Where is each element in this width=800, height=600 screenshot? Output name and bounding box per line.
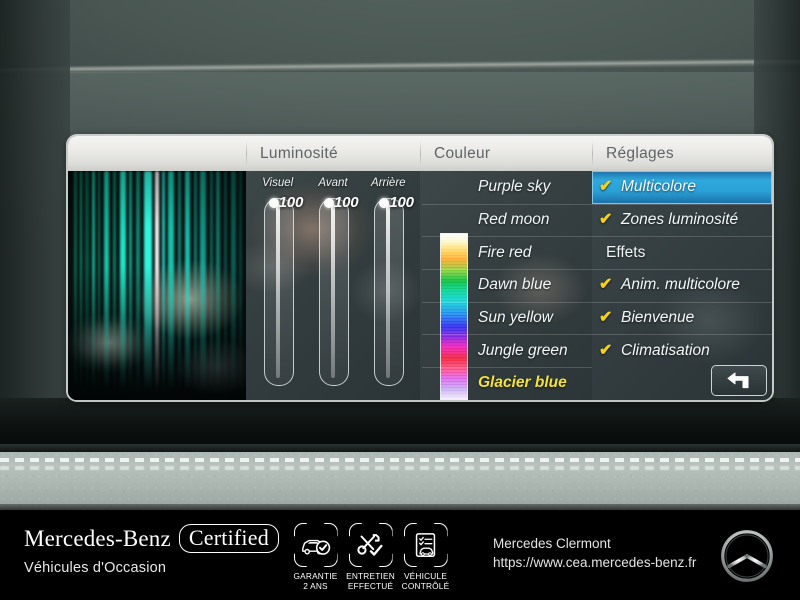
badge-label: VÉHICULE CONTRÔLÉ xyxy=(402,571,450,591)
slider-value: 100 xyxy=(278,194,304,211)
settings-list-item[interactable]: ✔ Bienvenue xyxy=(592,301,772,335)
brightness-slider-0[interactable]: 100 xyxy=(252,194,304,390)
badge-frame-wrap xyxy=(404,523,448,567)
color-list-item[interactable]: Dawn blue xyxy=(422,269,592,302)
settings-panel: ✔ Multicolore ✔ Zones luminosité Effets ✔ Anim… xyxy=(592,171,772,400)
brand-line: Mercedes-Benz Certified xyxy=(24,524,279,554)
slider-row: 100 100 100 xyxy=(246,194,420,394)
brand-name: Mercedes-Benz xyxy=(24,525,171,551)
leather-stitching-lower xyxy=(0,466,800,470)
slider-fill xyxy=(386,204,391,378)
certification-badge: GARANTIE 2 ANS xyxy=(293,523,338,591)
certification-badge: VÉHICULE CONTRÔLÉ xyxy=(402,523,450,591)
dealer-name: Mercedes Clermont xyxy=(493,536,611,551)
checklist-car-icon xyxy=(404,523,448,567)
car-check-icon xyxy=(294,523,338,567)
certification-badge: ENTRETIEN EFFECTUÉ xyxy=(346,523,395,591)
certified-badge: Certified xyxy=(178,524,279,554)
brightness-slider-1[interactable]: 100 xyxy=(307,194,359,390)
badge-frame-wrap xyxy=(349,523,393,567)
leather-stitching-upper xyxy=(0,458,800,462)
color-list-item[interactable]: Jungle green xyxy=(422,334,592,367)
preview-vignette xyxy=(68,171,246,400)
dashboard-left-side xyxy=(0,0,70,430)
badge-label-line2: EFFECTUÉ xyxy=(347,581,394,591)
dealer-banner: Mercedes-Benz Certified Véhicules d'Occa… xyxy=(0,510,800,600)
mbux-display: Luminosité Couleur Réglages Visuel Avant A… xyxy=(68,136,772,400)
dealer-info: Mercedes Clermont https://www.cea.merced… xyxy=(493,534,723,572)
slider-fill xyxy=(330,204,335,378)
settings-item-label: Climatisation xyxy=(621,341,710,359)
header-couleur[interactable]: Couleur xyxy=(420,136,592,171)
settings-item-label: Bienvenue xyxy=(621,309,695,327)
mercedes-star-logo xyxy=(721,530,773,582)
settings-item-label: Effets xyxy=(606,243,646,261)
slider-label-row: Visuel Avant Arrière xyxy=(246,177,420,189)
settings-list-item[interactable]: ✔ Anim. multicolore xyxy=(592,269,772,302)
slider-fill xyxy=(275,204,280,378)
color-list-item[interactable]: Sun yellow xyxy=(422,301,592,335)
slider-label-2: Arrière xyxy=(371,177,406,189)
color-list-item[interactable]: Fire red xyxy=(422,236,592,269)
badge-label-line2: CONTRÔLÉ xyxy=(401,581,450,591)
badge-label-line1: ENTRETIEN xyxy=(346,571,395,581)
settings-list-item[interactable]: ✔ Climatisation xyxy=(592,334,772,367)
color-panel: Purple sky Red moon Fire red Dawn blue Sun y… xyxy=(420,171,592,400)
badge-label-line1: VÉHICULE xyxy=(403,571,448,581)
slider-label-0: Visuel xyxy=(262,177,294,189)
color-list-item[interactable]: Glacier blue xyxy=(422,367,592,400)
certification-badges: GARANTIE 2 ANS ENTRETIEN EFFECTUÉ VÉHICULE CO… xyxy=(293,523,450,591)
settings-item-label: Multicolore xyxy=(621,178,696,196)
ambient-light-preview xyxy=(68,171,246,400)
color-spectrum-strip[interactable] xyxy=(440,233,468,400)
column-header-bar: Luminosité Couleur Réglages xyxy=(68,136,772,171)
checkmark-icon: ✔ xyxy=(599,309,613,327)
header-luminosite[interactable]: Luminosité xyxy=(246,136,420,171)
settings-list-item[interactable]: ✔ Zones luminosité xyxy=(592,203,772,237)
settings-item-label: Anim. multicolore xyxy=(621,276,740,294)
dealer-url[interactable]: https://www.cea.mercedes-benz.fr xyxy=(493,553,723,572)
badge-label: GARANTIE 2 ANS xyxy=(293,571,337,591)
settings-section-header: Effets xyxy=(592,236,772,269)
mercedes-certified-lockup: Mercedes-Benz Certified Véhicules d'Occa… xyxy=(24,524,279,576)
checkmark-icon: ✔ xyxy=(599,341,613,359)
header-preview xyxy=(68,136,246,171)
dashboard-dark-band xyxy=(0,398,800,450)
checkmark-icon: ✔ xyxy=(599,276,613,294)
tools-check-icon xyxy=(349,523,393,567)
badge-label-line1: GARANTIE xyxy=(293,571,338,581)
back-button[interactable] xyxy=(711,365,767,396)
brightness-panel: Visuel Avant Arrière 100 100 100 xyxy=(246,171,420,400)
screenshot-root: Luminosité Couleur Réglages Visuel Avant A… xyxy=(0,0,800,600)
slider-knob[interactable] xyxy=(323,198,334,208)
color-list-item[interactable]: Purple sky xyxy=(476,171,592,204)
checkmark-icon: ✔ xyxy=(599,211,613,229)
header-reglages[interactable]: Réglages xyxy=(592,136,772,171)
settings-item-label: Zones luminosité xyxy=(621,211,739,229)
back-arrow-icon xyxy=(727,372,749,389)
settings-list: ✔ Multicolore ✔ Zones luminosité Effets ✔ Anim… xyxy=(592,171,772,367)
badge-frame-wrap xyxy=(294,523,338,567)
badge-label-line2: 2 ANS xyxy=(303,581,328,591)
color-list: Purple sky Red moon Fire red Dawn blue Sun y… xyxy=(422,171,592,400)
banner-subtitle: Véhicules d'Occasion xyxy=(24,560,167,577)
slider-knob[interactable] xyxy=(268,198,279,208)
checkmark-icon: ✔ xyxy=(599,178,613,196)
brightness-slider-2[interactable]: 100 xyxy=(362,194,414,390)
badge-label: ENTRETIEN EFFECTUÉ xyxy=(346,571,395,591)
slider-value: 100 xyxy=(389,194,414,211)
slider-value: 100 xyxy=(333,194,359,211)
settings-list-item[interactable]: ✔ Multicolore xyxy=(592,171,772,204)
display-columns: Visuel Avant Arrière 100 100 100 Purple sky R… xyxy=(68,171,772,400)
color-list-item[interactable]: Red moon xyxy=(422,203,592,237)
slider-label-1: Avant xyxy=(318,177,348,189)
